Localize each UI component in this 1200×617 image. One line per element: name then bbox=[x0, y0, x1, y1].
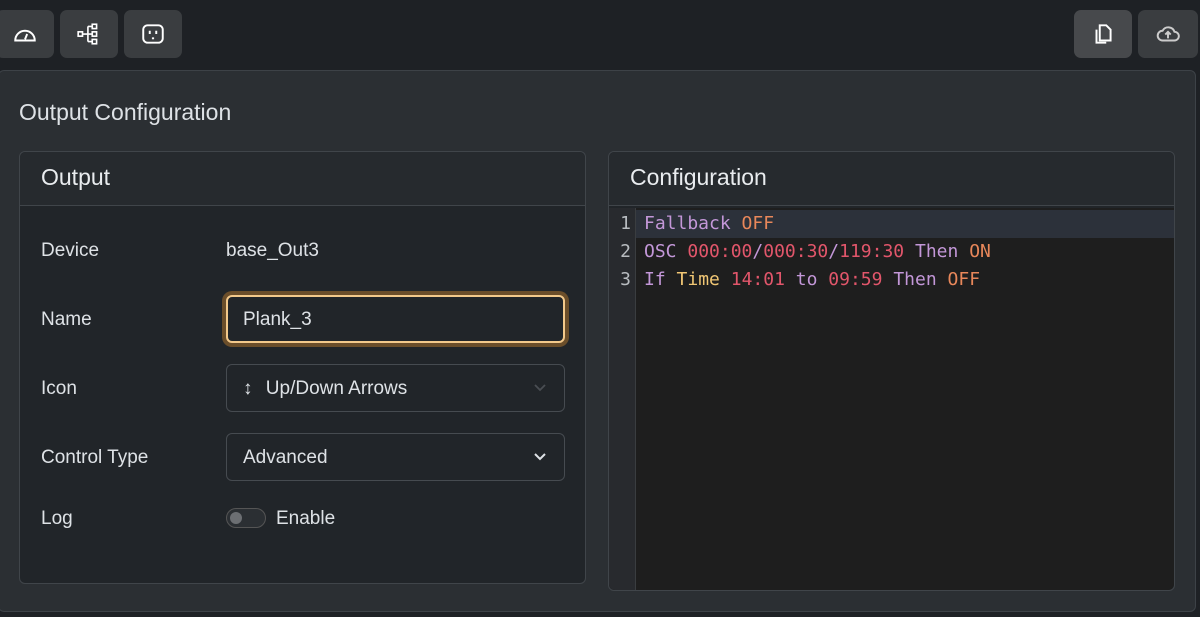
code-token: Then bbox=[893, 269, 937, 290]
output-card: Output Device base_Out3 Name Plank_3 Ico… bbox=[19, 151, 586, 584]
line-number: 2 bbox=[620, 241, 631, 262]
line-number: 1 bbox=[620, 213, 631, 234]
icon-select[interactable]: ↕ Up/Down Arrows bbox=[226, 364, 565, 412]
code-token: / bbox=[752, 241, 764, 262]
code-token: 09:59 bbox=[828, 269, 883, 290]
diagram-button[interactable] bbox=[60, 10, 118, 58]
name-label: Name bbox=[41, 309, 92, 330]
upload-button[interactable] bbox=[1138, 10, 1198, 58]
line-number: 3 bbox=[620, 269, 631, 290]
code-token: 119:30 bbox=[839, 241, 905, 262]
code-token: Fallback bbox=[644, 213, 731, 234]
device-value: base_Out3 bbox=[226, 240, 319, 261]
code-token: Then bbox=[914, 241, 959, 262]
log-label: Log bbox=[41, 508, 73, 529]
code-token: 14:01 bbox=[730, 269, 785, 290]
device-label: Device bbox=[41, 240, 100, 261]
output-header: Output bbox=[20, 152, 585, 206]
code-token: Time bbox=[676, 269, 720, 290]
log-toggle[interactable] bbox=[226, 508, 266, 528]
outlet-icon bbox=[142, 24, 164, 44]
dashboard-button[interactable] bbox=[0, 10, 54, 58]
control-type-label: Control Type bbox=[41, 447, 149, 468]
configuration-card: Configuration 1 Fallback OFF 2 OSC 000:00/0… bbox=[608, 151, 1175, 591]
gauge-icon bbox=[14, 29, 36, 42]
diagram-tree-icon bbox=[77, 23, 98, 45]
code-line: OSC 000:00/000:30/119:30 Then ON bbox=[644, 238, 991, 266]
code-token: ON bbox=[969, 241, 991, 262]
name-input[interactable]: Plank_3 bbox=[226, 295, 565, 343]
code-token: to bbox=[795, 269, 818, 290]
configuration-header: Configuration bbox=[609, 152, 1174, 206]
copy-icon bbox=[1095, 24, 1112, 44]
icon-select-value: Up/Down Arrows bbox=[265, 378, 408, 399]
code-token: If bbox=[644, 269, 666, 290]
code-token: OFF bbox=[947, 269, 981, 290]
icon-label: Icon bbox=[41, 378, 77, 399]
code-token: OFF bbox=[741, 213, 775, 234]
control-type-select[interactable]: Advanced bbox=[226, 433, 565, 481]
up-down-arrows-icon: ↕ bbox=[243, 378, 253, 399]
chevron-down-icon bbox=[534, 453, 546, 461]
code-token: 000:30 bbox=[763, 241, 829, 262]
code-token: / bbox=[828, 241, 840, 262]
page-title: Output Configuration bbox=[19, 99, 232, 125]
chevron-down-icon bbox=[534, 384, 546, 392]
log-toggle-label: Enable bbox=[276, 508, 336, 529]
code-token: 000:00 bbox=[687, 241, 753, 262]
code-line: Fallback OFF bbox=[644, 210, 774, 238]
cloud-upload-icon bbox=[1156, 26, 1180, 42]
control-type-value: Advanced bbox=[243, 447, 328, 468]
code-line: If Time 14:01 to 09:59 Then OFF bbox=[644, 266, 980, 294]
code-editor[interactable]: 1 Fallback OFF 2 OSC 000:00/000:30/119:30 T… bbox=[609, 208, 1174, 590]
outlet-button[interactable] bbox=[124, 10, 182, 58]
code-token: OSC bbox=[644, 241, 677, 262]
main-panel: Output Configuration Output Device base_… bbox=[0, 70, 1196, 612]
copy-button[interactable] bbox=[1074, 10, 1132, 58]
